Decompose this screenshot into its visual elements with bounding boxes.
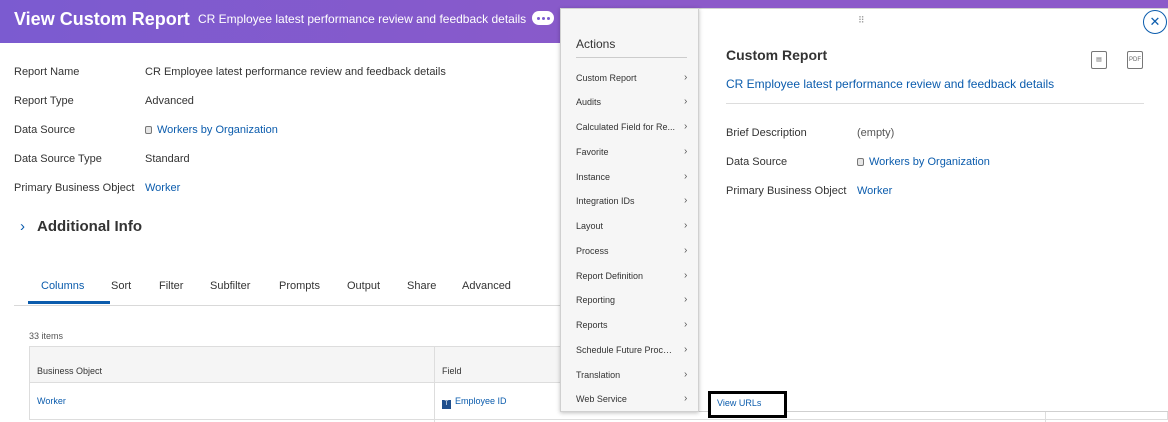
detail-value: Standard <box>145 153 190 165</box>
detail-label: Primary Business Object <box>14 182 135 194</box>
view-urls-label[interactable]: View URLs <box>717 398 761 408</box>
tab-filter[interactable]: Filter <box>159 280 183 292</box>
detail-label: Data Source <box>14 124 76 136</box>
database-icon <box>145 126 152 134</box>
field-link[interactable]: T Employee ID <box>442 396 507 409</box>
chevron-right-icon: › <box>684 294 688 305</box>
column-header-field: Field <box>442 366 462 376</box>
menu-item-audits[interactable]: Audits › <box>576 96 690 109</box>
chevron-right-icon: › <box>684 369 688 380</box>
tab-subfilter[interactable]: Subfilter <box>210 280 250 292</box>
tab-share[interactable]: Share <box>407 280 436 292</box>
detail-value: CR Employee latest performance review an… <box>145 66 446 78</box>
chevron-right-icon: › <box>684 195 688 206</box>
active-tab-indicator <box>28 301 110 304</box>
menu-item-web-service[interactable]: Web Service › <box>576 393 690 406</box>
menu-item-schedule-future-process[interactable]: Schedule Future Process › <box>576 344 690 357</box>
menu-item-layout[interactable]: Layout › <box>576 220 690 233</box>
close-icon: ✕ <box>1149 14 1161 29</box>
view-urls-menu-item[interactable]: View URLs <box>708 391 787 418</box>
chevron-right-icon: › <box>684 121 688 132</box>
related-pbo-link[interactable]: Worker <box>857 185 892 197</box>
related-primary-business-object: Primary Business Object Worker <box>726 185 892 197</box>
additional-info-label: Additional Info <box>37 218 142 235</box>
menu-item-reporting[interactable]: Reporting › <box>576 294 690 307</box>
chevron-right-icon: › <box>684 96 688 107</box>
related-data-source-link[interactable]: Workers by Organization <box>857 156 990 168</box>
additional-info-toggle[interactable]: › Additional Info <box>20 218 142 235</box>
tab-advanced[interactable]: Advanced <box>462 280 511 292</box>
database-icon <box>857 158 864 166</box>
menu-item-report-definition[interactable]: Report Definition › <box>576 270 690 283</box>
tab-columns[interactable]: Columns <box>41 280 84 292</box>
drag-handle-icon[interactable]: ⠿ <box>858 15 866 26</box>
field-value: (empty) <box>857 127 895 139</box>
chevron-right-icon: › <box>20 218 25 235</box>
text-field-icon: T <box>442 400 451 409</box>
chevron-right-icon: › <box>684 393 688 404</box>
menu-item-process[interactable]: Process › <box>576 245 690 258</box>
chevron-right-icon: › <box>684 146 688 157</box>
tab-bar: Columns Sort Filter Subfilter Prompts Ou… <box>14 276 560 306</box>
primary-business-object-link[interactable]: Worker <box>145 182 180 194</box>
field-label: Primary Business Object <box>726 185 847 197</box>
menu-item-translation[interactable]: Translation › <box>576 369 690 382</box>
chevron-right-icon: › <box>684 319 688 330</box>
related-brief-description: Brief Description (empty) <box>726 127 894 139</box>
pdf-export-icon[interactable]: PDF <box>1127 51 1143 69</box>
excel-export-icon[interactable]: ▤ <box>1091 51 1107 69</box>
related-info-panel: ⠿ ✕ Custom Report ▤ PDF CR Employee late… <box>698 8 1168 412</box>
page-title: View Custom Report <box>14 9 190 29</box>
chevron-right-icon: › <box>684 171 688 182</box>
chevron-right-icon: › <box>684 245 688 256</box>
ellipsis-icon <box>536 16 540 20</box>
related-report-link[interactable]: CR Employee latest performance review an… <box>726 77 1054 91</box>
chevron-right-icon: › <box>684 270 688 281</box>
related-data-source: Data Source Workers by Organization <box>726 156 990 168</box>
menu-item-instance[interactable]: Instance › <box>576 171 690 184</box>
menu-item-calculated-field[interactable]: Calculated Field for Re... › <box>576 121 690 134</box>
divider <box>726 103 1144 104</box>
items-count: 33 items <box>29 331 64 341</box>
detail-value: Advanced <box>145 95 194 107</box>
menu-item-reports[interactable]: Reports › <box>576 319 690 332</box>
business-object-link[interactable]: Worker <box>37 396 66 406</box>
field-label: Data Source <box>726 156 788 168</box>
menu-item-integration-ids[interactable]: Integration IDs › <box>576 195 690 208</box>
menu-item-custom-report[interactable]: Custom Report › <box>576 72 690 85</box>
chevron-right-icon: › <box>684 72 688 83</box>
tab-sort[interactable]: Sort <box>111 280 131 292</box>
chevron-right-icon: › <box>684 344 688 355</box>
tab-output[interactable]: Output <box>347 280 380 292</box>
divider <box>576 57 687 58</box>
actions-menu-header: Actions <box>576 37 616 51</box>
related-actions-button[interactable] <box>532 11 554 25</box>
field-label: Brief Description <box>726 127 807 139</box>
report-name-header: CR Employee latest performance review an… <box>198 12 527 26</box>
detail-label: Report Name <box>14 66 80 78</box>
close-button[interactable]: ✕ <box>1143 10 1167 34</box>
tab-prompts[interactable]: Prompts <box>279 280 320 292</box>
detail-label: Data Source Type <box>14 153 102 165</box>
chevron-right-icon: › <box>684 220 688 231</box>
menu-item-favorite[interactable]: Favorite › <box>576 146 690 159</box>
actions-menu: Actions Custom Report › Audits › Calculate… <box>560 8 699 412</box>
data-source-link[interactable]: Workers by Organization <box>145 124 278 136</box>
column-header-business-object: Business Object <box>37 366 103 376</box>
related-panel-title: Custom Report <box>726 47 828 63</box>
detail-label: Report Type <box>14 95 74 107</box>
